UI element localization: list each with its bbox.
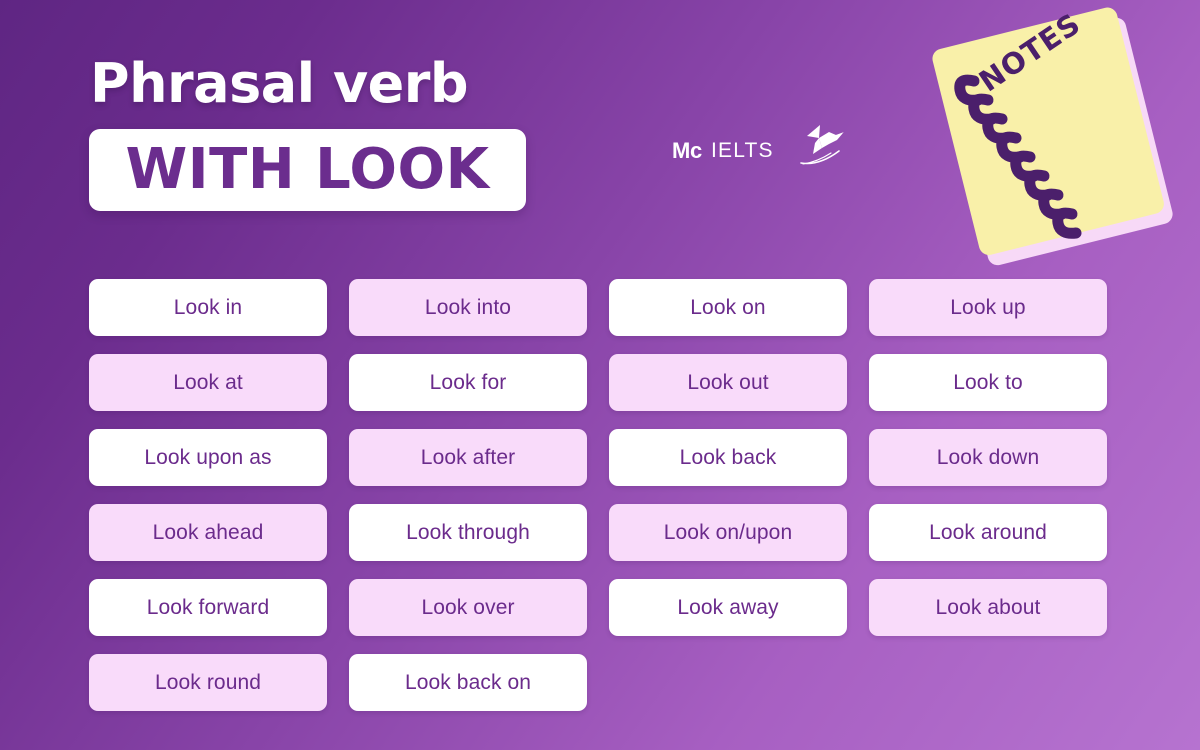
notebook-label: NOTES [973, 6, 1087, 98]
phrasal-verb-card[interactable]: Look upon as [89, 429, 327, 486]
phrasal-verb-card[interactable]: Look ahead [89, 504, 327, 561]
phrasal-verb-card[interactable]: Look over [349, 579, 587, 636]
phrasal-verb-card[interactable]: Look down [869, 429, 1107, 486]
phrasal-verb-grid: Look in Look into Look on Look up Look at Loo… [89, 279, 1112, 711]
phrasal-verb-card[interactable]: Look out [609, 354, 847, 411]
grid-cell-empty [609, 654, 847, 711]
page-title-primary: Phrasal verb [90, 52, 469, 115]
notebook-cover [932, 7, 1164, 255]
phrasal-verb-card[interactable]: Look into [349, 279, 587, 336]
phrasal-verb-card[interactable]: Look up [869, 279, 1107, 336]
phrasal-verb-card[interactable]: Look at [89, 354, 327, 411]
hummingbird-icon [789, 122, 845, 173]
notebook-illustration: NOTES [930, 2, 1200, 272]
phrasal-verb-card[interactable]: Look on/upon [609, 504, 847, 561]
phrasal-verb-card[interactable]: Look back [609, 429, 847, 486]
phrasal-verb-card[interactable]: Look about [869, 579, 1107, 636]
phrasal-verb-card[interactable]: Look round [89, 654, 327, 711]
notebook-pages [941, 17, 1173, 266]
phrasal-verb-card[interactable]: Look forward [89, 579, 327, 636]
phrasal-verb-card[interactable]: Look away [609, 579, 847, 636]
phrasal-verb-card[interactable]: Look for [349, 354, 587, 411]
phrasal-verb-card[interactable]: Look around [869, 504, 1107, 561]
phrasal-verb-card[interactable]: Look after [349, 429, 587, 486]
grid-cell-empty [869, 654, 1107, 711]
page-title-box: WITH LOOK [89, 129, 526, 211]
logo-mc-text: Mc [672, 137, 702, 163]
phrasal-verb-card[interactable]: Look through [349, 504, 587, 561]
logo-ielts-text: IELTS [710, 138, 774, 162]
page-title-secondary: WITH LOOK [125, 137, 490, 202]
brand-logo: Mc IELTS [672, 125, 845, 173]
phrasal-verb-card[interactable]: Look back on [349, 654, 587, 711]
phrasal-verb-card[interactable]: Look to [869, 354, 1107, 411]
header: Phrasal verb WITH LOOK Mc IELTS NOTES [0, 0, 1200, 266]
phrasal-verb-card[interactable]: Look on [609, 279, 847, 336]
phrasal-verb-card[interactable]: Look in [89, 279, 327, 336]
notebook-spiral [954, 74, 1082, 239]
